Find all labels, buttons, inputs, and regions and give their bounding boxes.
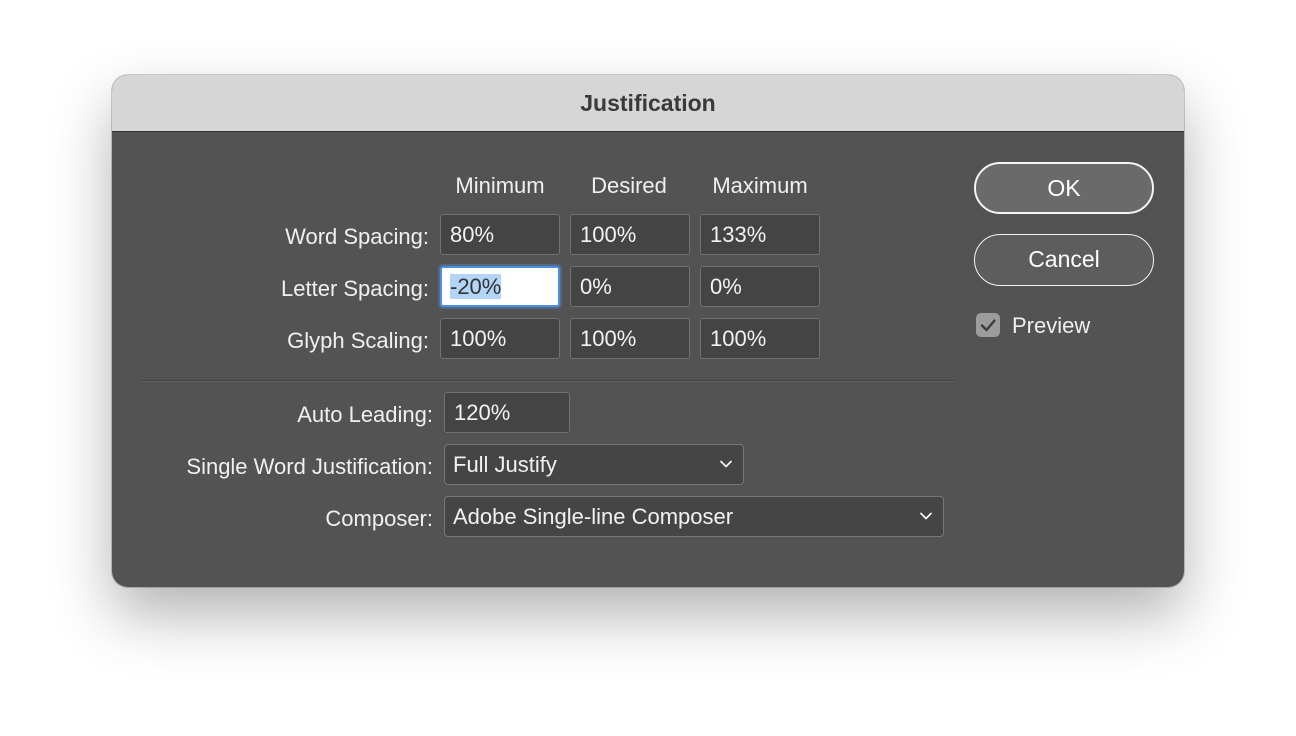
composer-select[interactable]: Adobe Single-line Composer xyxy=(444,496,944,537)
single-word-justification-label: Single Word Justification: xyxy=(186,454,433,479)
dialog-title: Justification xyxy=(580,90,716,116)
column-header-desired: Desired xyxy=(591,173,667,198)
dialog-titlebar[interactable]: Justification xyxy=(112,75,1184,132)
checkmark-icon xyxy=(980,319,996,332)
selected-text: -20% xyxy=(450,274,502,299)
word-spacing-min-field[interactable]: 80% xyxy=(440,214,560,255)
single-word-justification-value: Full Justify xyxy=(453,452,557,477)
letter-spacing-max-field[interactable]: 0% xyxy=(700,266,820,307)
glyph-scaling-min-field[interactable]: 100% xyxy=(440,318,560,359)
word-spacing-max-field[interactable]: 133% xyxy=(700,214,820,255)
glyph-scaling-desired-field[interactable]: 100% xyxy=(570,318,690,359)
glyph-scaling-max-field[interactable]: 100% xyxy=(700,318,820,359)
ok-button[interactable]: OK xyxy=(974,162,1154,214)
column-header-maximum: Maximum xyxy=(712,173,808,198)
section-divider xyxy=(140,380,955,382)
word-spacing-desired-field[interactable]: 100% xyxy=(570,214,690,255)
letter-spacing-desired-field[interactable]: 0% xyxy=(570,266,690,307)
preview-checkbox[interactable] xyxy=(976,313,1000,337)
letter-spacing-min-field[interactable]: -20% xyxy=(440,266,560,307)
glyph-scaling-label: Glyph Scaling: xyxy=(287,328,429,353)
auto-leading-label: Auto Leading: xyxy=(297,402,433,427)
auto-leading-field[interactable]: 120% xyxy=(444,392,570,433)
column-header-minimum: Minimum xyxy=(455,173,545,198)
composer-label: Composer: xyxy=(325,506,433,531)
chevron-down-icon xyxy=(920,512,932,520)
cancel-button[interactable]: Cancel xyxy=(974,234,1154,286)
composer-value: Adobe Single-line Composer xyxy=(453,504,734,529)
preview-label: Preview xyxy=(1012,313,1091,338)
word-spacing-label: Word Spacing: xyxy=(285,224,429,249)
chevron-down-icon xyxy=(720,460,732,468)
single-word-justification-select[interactable]: Full Justify xyxy=(444,444,744,485)
justification-dialog: Justification Minimum Desired Maximum Wo… xyxy=(112,75,1184,587)
dialog-content: Minimum Desired Maximum Word Spacing: 80… xyxy=(112,132,1184,587)
letter-spacing-label: Letter Spacing: xyxy=(281,276,429,301)
